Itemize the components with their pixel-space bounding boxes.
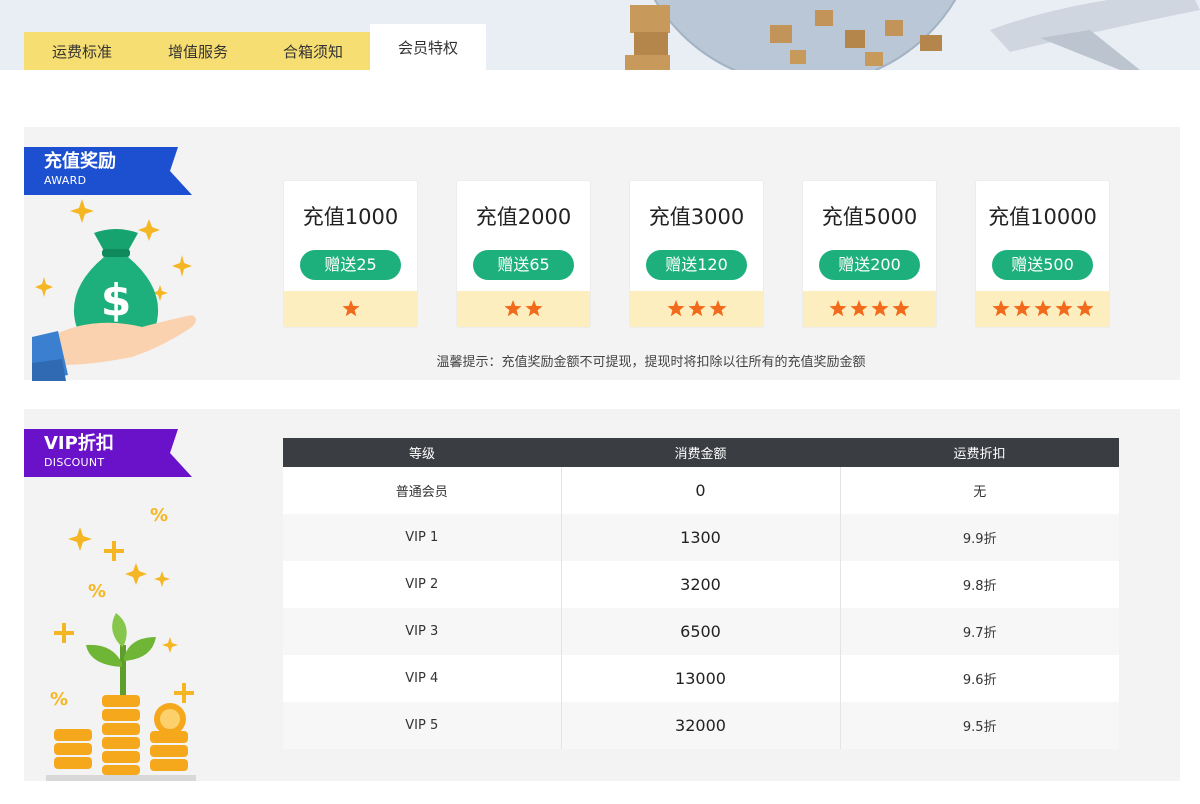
cell-amount: 1300 bbox=[561, 514, 841, 561]
card-amount: 充值3000 bbox=[648, 205, 745, 229]
table-row: VIP 2 3200 9.8折 bbox=[283, 561, 1119, 608]
star-icon bbox=[504, 300, 522, 317]
cell-amount: 3200 bbox=[561, 561, 841, 608]
star-icon bbox=[991, 300, 1010, 317]
card-star-rating bbox=[630, 287, 763, 327]
star-rating-icon bbox=[666, 300, 727, 317]
column-header-amount: 消费金额 bbox=[561, 438, 840, 467]
card-star-rating bbox=[976, 287, 1109, 327]
table-row: VIP 4 13000 9.6折 bbox=[283, 655, 1119, 702]
recharge-card-10000[interactable]: 充值10000 赠送500 bbox=[975, 180, 1110, 328]
cell-discount: 9.8折 bbox=[962, 579, 997, 594]
vip-discount-table: 等级 消费金额 运费折扣 普通会员 0 无 VIP 1 1300 9.9折 VI… bbox=[283, 438, 1119, 749]
star-icon bbox=[708, 300, 727, 317]
star-icon bbox=[871, 300, 889, 317]
airplane-illustration bbox=[990, 0, 1200, 70]
table-row: VIP 1 1300 9.9折 bbox=[283, 514, 1119, 561]
star-rating-icon bbox=[341, 300, 360, 317]
star-icon bbox=[1033, 300, 1052, 317]
star-icon bbox=[1075, 300, 1094, 317]
card-gift-badge: 赠送25 bbox=[300, 250, 401, 280]
recharge-card-5000[interactable]: 充值5000 赠送200 bbox=[802, 180, 937, 328]
card-gift-badge: 赠送500 bbox=[992, 250, 1093, 280]
table-row: VIP 3 6500 9.7折 bbox=[283, 608, 1119, 655]
cell-discount: 9.6折 bbox=[962, 673, 997, 688]
svg-text:%: % bbox=[150, 505, 168, 526]
tab-value-added-services[interactable]: 增值服务 bbox=[140, 32, 256, 70]
plant-icon bbox=[86, 613, 156, 695]
globe-illustration bbox=[625, 0, 957, 70]
recharge-card-3000[interactable]: 充值3000 赠送120 bbox=[629, 180, 764, 328]
cell-amount: 6500 bbox=[561, 608, 841, 655]
star-icon bbox=[1054, 300, 1073, 317]
svg-text:%: % bbox=[88, 581, 106, 602]
star-icon bbox=[892, 300, 910, 317]
card-amount: 充值2000 bbox=[475, 205, 572, 229]
tab-consolidation-notice[interactable]: 合箱须知 bbox=[256, 32, 370, 70]
star-icon bbox=[666, 300, 685, 317]
plant-coins-illustration: % % % bbox=[46, 505, 196, 781]
cell-amount: 0 bbox=[561, 467, 841, 514]
award-title: 充值奖励 bbox=[44, 151, 116, 172]
star-rating-icon bbox=[991, 300, 1094, 317]
cell-discount: 9.7折 bbox=[840, 608, 1119, 655]
table-header-row: 等级 消费金额 运费折扣 bbox=[283, 438, 1119, 467]
cell-discount: 无 bbox=[973, 485, 987, 500]
card-gift-badge: 赠送65 bbox=[473, 250, 574, 280]
card-star-rating bbox=[457, 287, 590, 327]
tab-member-privileges[interactable]: 会员特权 bbox=[370, 24, 486, 70]
cell-level: VIP 3 bbox=[283, 608, 562, 655]
star-rating-icon bbox=[504, 300, 543, 317]
vip-ribbon: VIP折扣 DISCOUNT bbox=[24, 429, 192, 477]
card-gift-badge: 赠送200 bbox=[819, 250, 920, 280]
star-icon bbox=[1012, 300, 1031, 317]
star-icon bbox=[525, 300, 543, 317]
award-ribbon: 充值奖励 AWARD bbox=[24, 147, 192, 195]
hand-icon bbox=[32, 315, 196, 381]
svg-text:%: % bbox=[50, 689, 68, 710]
vip-subtitle: DISCOUNT bbox=[44, 456, 105, 469]
award-subtitle: AWARD bbox=[44, 174, 87, 187]
cell-level: VIP 1 bbox=[283, 514, 562, 561]
cell-level: 普通会员 bbox=[283, 467, 562, 514]
vip-discount-panel: VIP折扣 DISCOUNT % % % 等级 消费金额 运费折扣 普通会员 0… bbox=[24, 409, 1180, 781]
cell-level: VIP 5 bbox=[283, 702, 562, 749]
recharge-card-2000[interactable]: 充值2000 赠送65 bbox=[456, 180, 591, 328]
recharge-award-panel: 充值奖励 AWARD $ 充值1000 赠送25 充值2000 赠送65 充值3… bbox=[24, 127, 1180, 381]
recharge-card-1000[interactable]: 充值1000 赠送25 bbox=[283, 180, 418, 328]
tab-bar: 运费标准 增值服务 合箱须知 会员特权 bbox=[24, 24, 486, 70]
percent-icon: % % % bbox=[50, 505, 168, 710]
svg-text:$: $ bbox=[101, 275, 132, 326]
card-gift-badge: 赠送120 bbox=[646, 250, 747, 280]
card-star-rating bbox=[284, 287, 417, 327]
cell-level: VIP 4 bbox=[283, 655, 562, 702]
table-row: VIP 5 32000 9.5折 bbox=[283, 702, 1119, 749]
star-icon bbox=[829, 300, 847, 317]
tab-freight-standard[interactable]: 运费标准 bbox=[24, 32, 140, 70]
column-header-discount: 运费折扣 bbox=[840, 438, 1119, 467]
cell-discount: 9.9折 bbox=[840, 514, 1119, 561]
card-amount: 充值5000 bbox=[821, 205, 918, 229]
star-icon bbox=[687, 300, 706, 317]
star-rating-icon bbox=[829, 300, 910, 317]
star-icon bbox=[341, 300, 360, 317]
cell-discount: 9.5折 bbox=[840, 702, 1119, 749]
star-icon bbox=[850, 300, 868, 317]
card-amount: 充值1000 bbox=[302, 205, 399, 229]
coin-stack-icon bbox=[46, 695, 196, 781]
card-star-rating bbox=[803, 287, 936, 327]
table-row: 普通会员 0 无 bbox=[283, 467, 1119, 514]
card-amount: 充值10000 bbox=[988, 205, 1097, 229]
cell-amount: 32000 bbox=[561, 702, 841, 749]
recharge-cards: 充值1000 赠送25 充值2000 赠送65 充值3000 赠送120 充值5… bbox=[283, 180, 1110, 328]
cell-amount: 13000 bbox=[561, 655, 841, 702]
recharge-tip: 温馨提示：充值奖励金额不可提现，提现时将扣除以往所有的充值奖励金额 bbox=[436, 355, 866, 370]
column-header-level: 等级 bbox=[283, 438, 561, 467]
vip-title: VIP折扣 bbox=[44, 433, 114, 454]
cell-level: VIP 2 bbox=[283, 561, 562, 608]
header-banner: 运费标准 增值服务 合箱须知 会员特权 bbox=[0, 0, 1200, 70]
